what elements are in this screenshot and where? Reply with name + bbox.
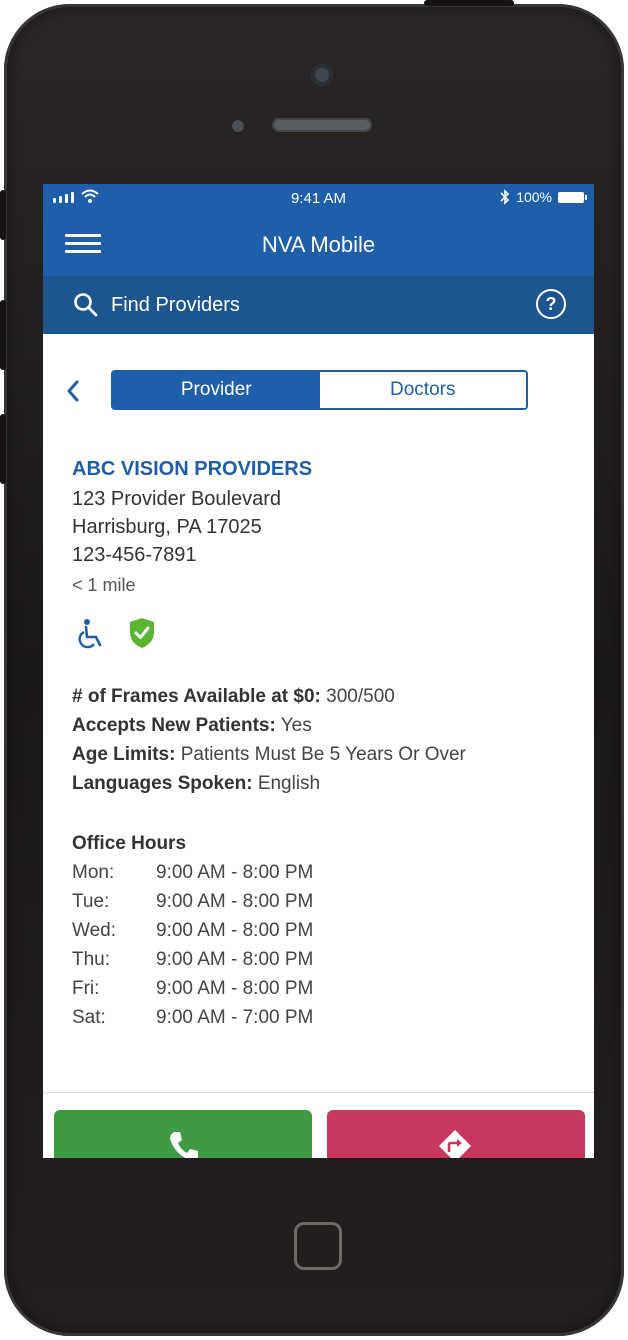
age-limits-label: Age Limits: bbox=[72, 744, 176, 765]
search-label: Find Providers bbox=[111, 294, 240, 316]
ringer-switch bbox=[0, 190, 6, 240]
new-patients-value: Yes bbox=[280, 715, 312, 736]
office-hours-title: Office Hours bbox=[72, 833, 187, 854]
provider-name: ABC VISION PROVIDERS bbox=[72, 458, 313, 480]
wheelchair-icon bbox=[78, 619, 102, 649]
age-limits-value: Patients Must Be 5 Years Or Over bbox=[180, 744, 466, 765]
action-divider bbox=[43, 1092, 594, 1093]
volume-down-button bbox=[0, 414, 6, 484]
hours-time: 9:00 AM - 8:00 PM bbox=[156, 949, 314, 970]
hours-time: 9:00 AM - 7:00 PM bbox=[156, 1007, 314, 1028]
search-icon bbox=[74, 293, 98, 317]
hours-row: Sat: 9:00 AM - 7:00 PM bbox=[72, 1007, 313, 1029]
hours-day: Mon: bbox=[72, 862, 115, 883]
hours-time: 9:00 AM - 8:00 PM bbox=[156, 978, 314, 999]
hours-day: Fri: bbox=[72, 978, 100, 999]
app-screen: 9:41 AM 100% NVA Mobile Find Providers ?… bbox=[43, 184, 594, 1158]
tab-provider[interactable]: Provider bbox=[113, 372, 320, 408]
frames-label: # of Frames Available at $0: bbox=[72, 686, 321, 707]
age-limits: Age Limits: Patients Must Be 5 Years Or … bbox=[72, 744, 466, 766]
phone-icon bbox=[170, 1132, 198, 1158]
hours-time: 9:00 AM - 8:00 PM bbox=[156, 920, 314, 941]
home-button[interactable] bbox=[294, 1222, 342, 1270]
hours-row: Wed: 9:00 AM - 8:00 PM bbox=[72, 920, 313, 942]
back-icon[interactable] bbox=[63, 378, 83, 404]
frames-value: 300/500 bbox=[326, 686, 395, 707]
address-line-2: Harrisburg, PA 17025 bbox=[72, 516, 262, 538]
front-camera bbox=[311, 64, 333, 86]
proximity-sensor bbox=[232, 120, 244, 132]
hours-row: Fri: 9:00 AM - 8:00 PM bbox=[72, 978, 313, 1000]
tab-doctors[interactable]: Doctors bbox=[319, 372, 526, 408]
hours-day: Tue: bbox=[72, 891, 110, 912]
battery-percent: 100% bbox=[516, 189, 552, 205]
earpiece-speaker bbox=[272, 118, 372, 132]
hours-day: Sat: bbox=[72, 1007, 106, 1028]
languages-spoken: Languages Spoken: English bbox=[72, 773, 320, 795]
app-title: NVA Mobile bbox=[261, 232, 376, 257]
hours-row: Mon: 9:00 AM - 8:00 PM bbox=[72, 862, 313, 884]
status-right: 100% bbox=[500, 189, 587, 205]
hours-row: Tue: 9:00 AM - 8:00 PM bbox=[72, 891, 313, 913]
accepts-new-patients: Accepts New Patients: Yes bbox=[72, 715, 312, 737]
status-bar: 9:41 AM 100% bbox=[43, 184, 594, 214]
bluetooth-icon bbox=[500, 189, 510, 205]
shield-check-icon bbox=[130, 618, 154, 648]
directions-icon bbox=[439, 1130, 471, 1158]
hours-day: Wed: bbox=[72, 920, 117, 941]
provider-phone[interactable]: 123-456-7891 bbox=[72, 544, 197, 567]
distance: < 1 mile bbox=[72, 575, 136, 595]
battery-icon bbox=[558, 191, 587, 203]
directions-button[interactable] bbox=[327, 1110, 585, 1158]
hours-time: 9:00 AM - 8:00 PM bbox=[156, 862, 314, 883]
frames-available: # of Frames Available at $0: 300/500 bbox=[72, 686, 395, 708]
hours-row: Thu: 9:00 AM - 8:00 PM bbox=[72, 949, 313, 971]
navigation-bar: NVA Mobile bbox=[43, 214, 594, 276]
languages-value: English bbox=[257, 773, 321, 794]
help-icon[interactable]: ? bbox=[536, 289, 566, 319]
hours-day: Thu: bbox=[72, 949, 111, 970]
provider-doctors-toggle: Provider Doctors bbox=[111, 370, 528, 410]
search-bar[interactable]: Find Providers ? bbox=[43, 276, 594, 334]
hours-time: 9:00 AM - 8:00 PM bbox=[156, 891, 314, 912]
power-button bbox=[424, 0, 514, 6]
call-button[interactable] bbox=[54, 1110, 312, 1158]
languages-label: Languages Spoken: bbox=[72, 773, 253, 794]
volume-up-button bbox=[0, 300, 6, 370]
new-patients-label: Accepts New Patients: bbox=[72, 715, 276, 736]
address-line-1: 123 Provider Boulevard bbox=[72, 488, 282, 510]
